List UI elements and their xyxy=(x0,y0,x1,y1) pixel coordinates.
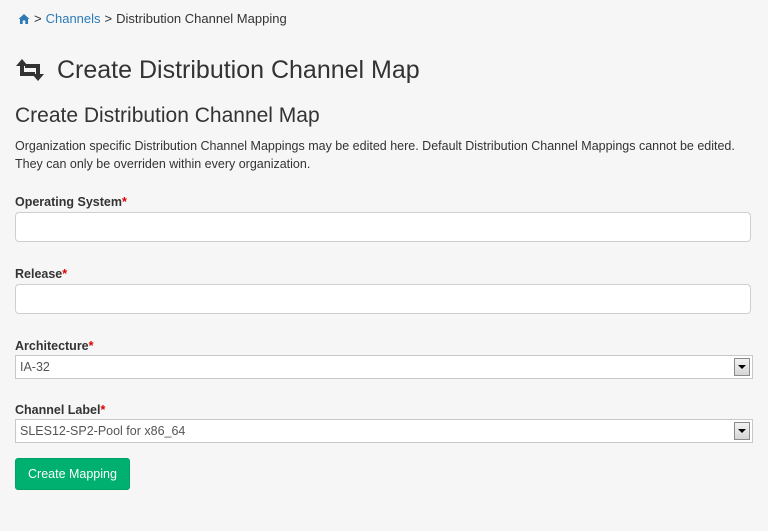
breadcrumb: > Channels > Distribution Channel Mappin… xyxy=(18,11,287,27)
architecture-label-text: Architecture xyxy=(15,339,89,353)
release-label: Release* xyxy=(15,266,67,282)
release-label-text: Release xyxy=(15,267,63,281)
channel-label-label-text: Channel Label xyxy=(15,403,101,417)
breadcrumb-separator: > xyxy=(34,11,42,26)
channel-label-select[interactable]: SLES12-SP2-Pool for x86_64 xyxy=(15,419,753,443)
release-field[interactable] xyxy=(15,284,751,314)
architecture-label: Architecture* xyxy=(15,338,94,354)
operating-system-label-text: Operating System xyxy=(15,195,122,209)
home-icon[interactable] xyxy=(18,13,30,25)
breadcrumb-current: Distribution Channel Mapping xyxy=(116,11,287,26)
retweet-icon xyxy=(16,59,44,81)
architecture-selected-value: IA-32 xyxy=(20,360,50,374)
architecture-select[interactable]: IA-32 xyxy=(15,355,753,379)
form-description: Organization specific Distribution Chann… xyxy=(15,139,735,171)
chevron-down-icon[interactable] xyxy=(734,422,750,440)
page-title: Create Distribution Channel Map xyxy=(57,56,420,84)
required-marker: * xyxy=(121,195,127,209)
breadcrumb-channels-link[interactable]: Channels xyxy=(46,11,101,27)
channel-label-selected-value: SLES12-SP2-Pool for x86_64 xyxy=(20,424,186,438)
page-header: Create Distribution Channel Map xyxy=(15,54,420,86)
operating-system-label: Operating System* xyxy=(15,194,127,210)
required-marker: * xyxy=(88,339,94,353)
channel-label-label: Channel Label* xyxy=(15,402,105,418)
chevron-down-icon[interactable] xyxy=(734,358,750,376)
required-marker: * xyxy=(62,267,68,281)
page: > Channels > Distribution Channel Mappin… xyxy=(0,0,768,531)
breadcrumb-separator: > xyxy=(104,11,113,26)
section-title: Create Distribution Channel Map xyxy=(15,104,320,127)
create-mapping-button[interactable]: Create Mapping xyxy=(15,458,130,490)
required-marker: * xyxy=(100,403,106,417)
operating-system-field[interactable] xyxy=(15,212,751,242)
